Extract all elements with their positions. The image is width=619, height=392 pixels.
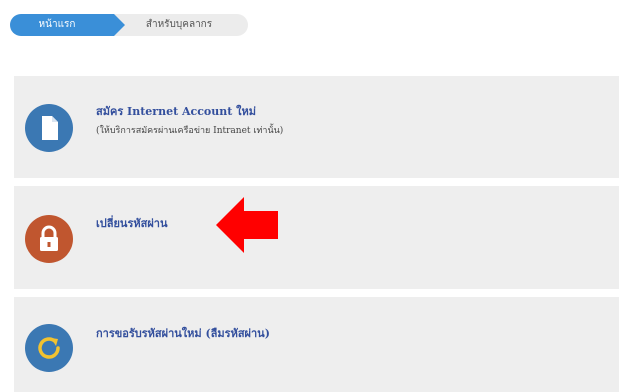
red-arrow-icon xyxy=(216,197,278,253)
breadcrumb-home-tab[interactable]: หน้าแรก xyxy=(10,14,125,36)
register-account-subtitle: (ให้บริการสมัครผ่านเครือข่าย Intranet เท… xyxy=(96,126,284,136)
register-account-title[interactable]: สมัคร Internet Account ใหม่ xyxy=(96,102,256,120)
breadcrumb: หน้าแรก สำหรับบุคลากร xyxy=(10,14,248,36)
reset-password-panel[interactable]: การขอรับรหัสผ่านใหม่ (ลืมรหัสผ่าน) xyxy=(14,297,619,392)
reset-password-title[interactable]: การขอรับรหัสผ่านใหม่ (ลืมรหัสผ่าน) xyxy=(96,324,270,342)
breadcrumb-staff-tab[interactable]: สำหรับบุคลากร xyxy=(124,14,234,36)
register-account-panel[interactable]: สมัคร Internet Account ใหม่ (ให้บริการสม… xyxy=(14,76,619,178)
padlock-icon xyxy=(25,215,73,263)
change-password-title[interactable]: เปลี่ยนรหัสผ่าน xyxy=(96,214,167,232)
refresh-icon xyxy=(25,324,73,372)
change-password-panel[interactable]: เปลี่ยนรหัสผ่าน xyxy=(14,186,619,289)
document-icon xyxy=(25,104,73,152)
